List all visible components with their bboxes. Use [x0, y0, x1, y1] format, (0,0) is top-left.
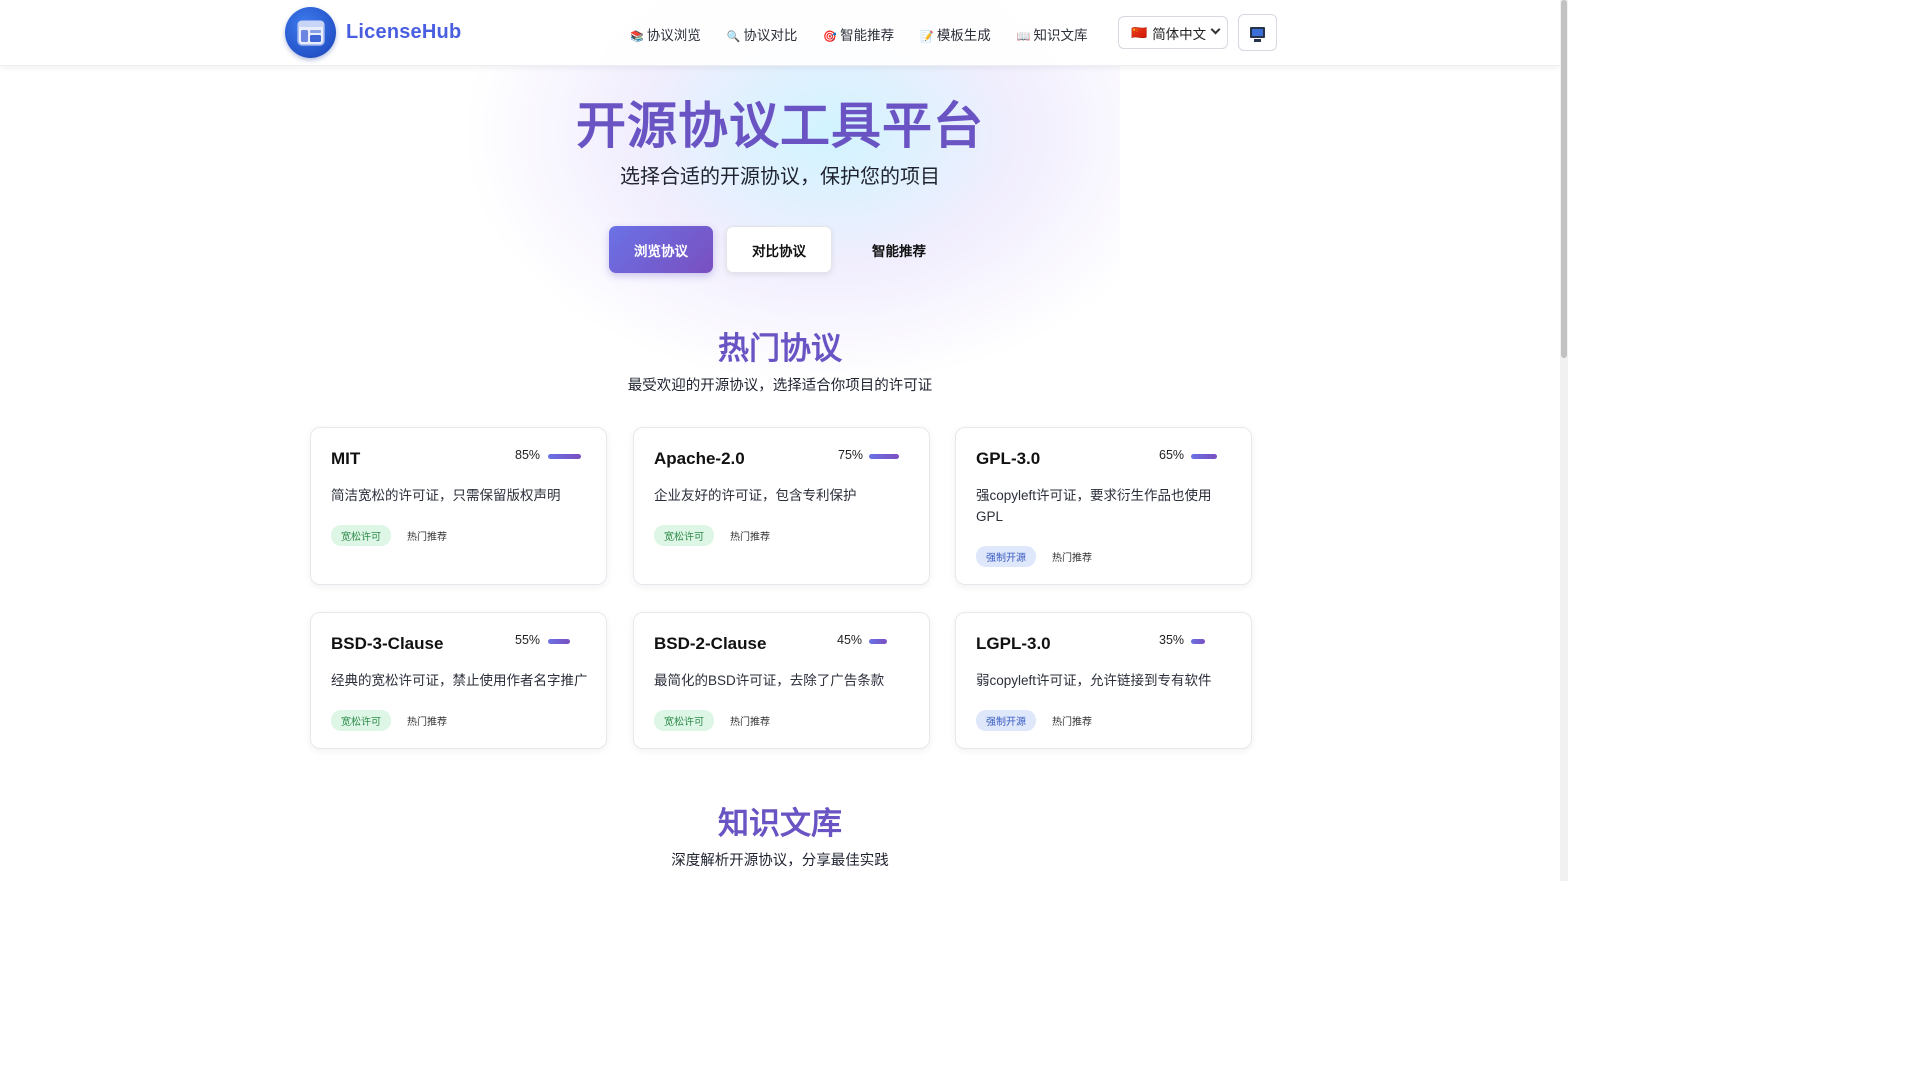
license-description: 最简化的BSD许可证，去除了广告条款	[654, 673, 885, 688]
memo-icon: 📝	[920, 31, 934, 43]
popular-subtitle: 最受欢迎的开源协议，选择适合你项目的许可证	[627, 378, 933, 394]
license-popularity: 45%	[837, 633, 863, 647]
hot-badge: 热门推荐	[407, 717, 447, 728]
license-tags: 宽松许可 热门推荐	[654, 525, 786, 546]
nav-browse-label: 协议浏览	[646, 28, 701, 43]
type-tag: 宽松许可	[654, 710, 714, 731]
popularity-bar	[548, 639, 570, 644]
logo-icon	[285, 7, 336, 58]
license-name: MIT	[331, 449, 361, 468]
tab-compare[interactable]: 对比协议	[726, 226, 832, 273]
popularity-bar	[1191, 639, 1205, 644]
nav-compare-label: 协议对比	[743, 28, 798, 43]
nav-recommend[interactable]: 🎯 智能推荐	[823, 24, 894, 44]
nav-browse[interactable]: 📚 协议浏览	[630, 24, 701, 44]
chevron-down-icon	[1210, 24, 1221, 35]
nav-template-label: 模板生成	[936, 28, 991, 43]
type-tag: 宽松许可	[331, 710, 391, 731]
nav-knowledge[interactable]: 📖 知识文库	[1017, 24, 1088, 44]
hot-badge: 热门推荐	[730, 717, 770, 728]
hot-badge: 热门推荐	[1052, 717, 1092, 728]
license-description: 经典的宽松许可证，禁止使用作者名字推广	[331, 673, 588, 688]
popularity-bar	[869, 454, 899, 459]
license-card-lgpl[interactable]: LGPL-3.0 35% 弱copyleft许可证，允许链接到专有软件 强制开源…	[955, 612, 1252, 749]
hot-badge: 热门推荐	[730, 532, 770, 543]
license-card-mit[interactable]: MIT 85% 简洁宽松的许可证，只需保留版权声明 宽松许可 热门推荐	[310, 427, 607, 585]
popularity-bar	[1191, 454, 1217, 459]
license-popularity: 85%	[515, 448, 541, 462]
license-name: BSD-3-Clause	[331, 634, 444, 653]
license-popularity: 35%	[1159, 633, 1185, 647]
hero-subtitle: 选择合适的开源协议，保护您的项目	[620, 166, 940, 188]
brand-name: LicenseHub	[346, 21, 462, 43]
nav-recommend-label: 智能推荐	[840, 28, 895, 43]
hero-tabs: 浏览协议 对比协议 智能推荐	[609, 226, 966, 273]
license-tags: 宽松许可 热门推荐	[654, 710, 786, 731]
license-card-apache[interactable]: Apache-2.0 75% 企业友好的许可证，包含专利保护 宽松许可 热门推荐	[633, 427, 930, 585]
license-tags: 强制开源 热门推荐	[976, 710, 1108, 731]
type-tag: 宽松许可	[654, 525, 714, 546]
knowledge-subtitle: 深度解析开源协议，分享最佳实践	[671, 853, 889, 869]
type-tag: 宽松许可	[331, 525, 391, 546]
license-popularity: 75%	[838, 448, 864, 462]
magnifier-icon: 🔍	[726, 31, 741, 43]
license-description: 强copyleft许可证，要求衍生作品也使用GPL	[976, 488, 1212, 524]
tab-recommend[interactable]: 智能推荐	[845, 226, 953, 273]
open-book-icon: 📖	[1016, 31, 1031, 43]
hot-badge: 热门推荐	[1052, 553, 1092, 564]
license-description: 简洁宽松的许可证，只需保留版权声明	[331, 488, 561, 503]
nav-compare[interactable]: 🔍 协议对比	[727, 24, 798, 44]
monitor-icon	[1250, 27, 1265, 42]
license-card-bsd2[interactable]: BSD-2-Clause 45% 最简化的BSD许可证，去除了广告条款 宽松许可…	[633, 612, 930, 749]
popular-title: 热门协议	[718, 331, 842, 366]
scrollbar-thumb[interactable]	[1561, 0, 1567, 358]
license-name: LGPL-3.0	[976, 634, 1051, 653]
language-select[interactable]: 🇨🇳 简体中文	[1118, 16, 1228, 49]
popularity-bar	[548, 454, 581, 459]
page-scrollbar[interactable]	[1560, 0, 1568, 881]
tab-browse[interactable]: 浏览协议	[609, 226, 713, 273]
target-icon: 🎯	[823, 31, 838, 43]
hot-badge: 热门推荐	[407, 532, 447, 543]
license-name: Apache-2.0	[654, 449, 745, 468]
hero-title: 开源协议工具平台	[576, 98, 984, 154]
license-card-gpl[interactable]: GPL-3.0 65% 强copyleft许可证，要求衍生作品也使用GPL 强制…	[955, 427, 1252, 585]
theme-toggle-button[interactable]	[1238, 14, 1277, 51]
nav-template[interactable]: 📝 模板生成	[920, 24, 991, 44]
license-tags: 宽松许可 热门推荐	[331, 525, 463, 546]
top-header: LicenseHub 📚 协议浏览 🔍 协议对比 🎯 智能推荐 📝 模板生成 📖 知识文库…	[0, 0, 1560, 66]
brand-logo[interactable]: LicenseHub	[285, 7, 461, 58]
main-nav: 📚 协议浏览 🔍 协议对比 🎯 智能推荐 📝 模板生成 📖 知识文库	[630, 24, 1114, 44]
popularity-bar	[869, 639, 887, 644]
language-label: 简体中文	[1152, 26, 1207, 42]
license-popularity: 55%	[515, 633, 541, 647]
license-description: 企业友好的许可证，包含专利保护	[654, 488, 857, 503]
license-name: GPL-3.0	[976, 449, 1041, 468]
type-tag: 强制开源	[976, 546, 1036, 567]
license-name: BSD-2-Clause	[654, 634, 767, 653]
knowledge-title: 知识文库	[718, 806, 842, 841]
books-icon: 📚	[630, 31, 644, 43]
license-description: 弱copyleft许可证，允许链接到专有软件	[976, 673, 1212, 688]
license-tags: 强制开源 热门推荐	[976, 546, 1108, 567]
china-flag-icon: 🇨🇳	[1131, 24, 1148, 40]
license-card-bsd3[interactable]: BSD-3-Clause 55% 经典的宽松许可证，禁止使用作者名字推广 宽松许…	[310, 612, 607, 749]
nav-knowledge-label: 知识文库	[1033, 28, 1088, 43]
type-tag: 强制开源	[976, 710, 1036, 731]
license-tags: 宽松许可 热门推荐	[331, 710, 463, 731]
license-popularity: 65%	[1159, 448, 1185, 462]
